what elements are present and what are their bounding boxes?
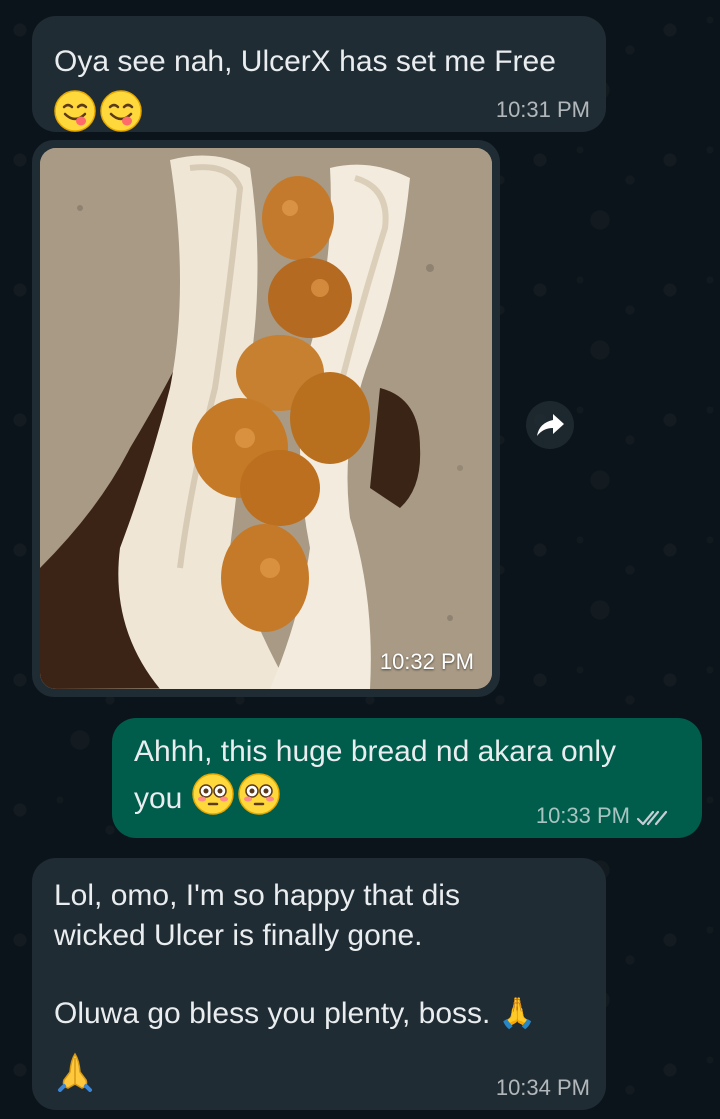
message-image[interactable]: 10:32 PM: [40, 148, 492, 689]
folded-hands-emoji: [54, 1050, 96, 1097]
incoming-message-bubble[interactable]: Lol, omo, I'm so happy that dis wicked U…: [32, 858, 606, 1110]
message-timestamp: 10:34 PM: [495, 1075, 590, 1100]
forward-icon: [537, 414, 564, 436]
yum-face-emoji: [54, 90, 96, 137]
message-paragraph-2: Oluwa go bless you plenty, boss. 🙏: [54, 997, 537, 1030]
outgoing-message-bubble[interactable]: Ahhh, this huge bread nd akara only you: [112, 718, 702, 838]
message-text-line-2: you: [134, 772, 281, 820]
forward-button[interactable]: [526, 401, 574, 449]
double-check-icon: [636, 810, 668, 826]
yum-face-emoji: [100, 90, 143, 137]
emoji-row: [192, 772, 281, 826]
message-text-word: you: [134, 782, 183, 815]
message-timestamp: 10:33 PM: [535, 803, 630, 828]
incoming-message-bubble[interactable]: Oya see nah, UlcerX has set me Free 10:3…: [32, 16, 606, 132]
message-timestamp: 10:31 PM: [495, 97, 590, 122]
image-message-bubble[interactable]: 10:32 PM: [32, 140, 500, 697]
message-timestamp: 10:32 PM: [379, 649, 474, 674]
emoji-row: [54, 90, 143, 132]
message-text: Oya see nah, UlcerX has set me Free: [54, 45, 556, 78]
message-text-line-1: Ahhh, this huge bread nd akara only: [134, 735, 617, 768]
message-paragraph-1: Lol, omo, I'm so happy that dis wicked U…: [54, 879, 460, 952]
flushed-face-emoji: [192, 772, 235, 826]
flushed-face-emoji: [238, 772, 281, 826]
